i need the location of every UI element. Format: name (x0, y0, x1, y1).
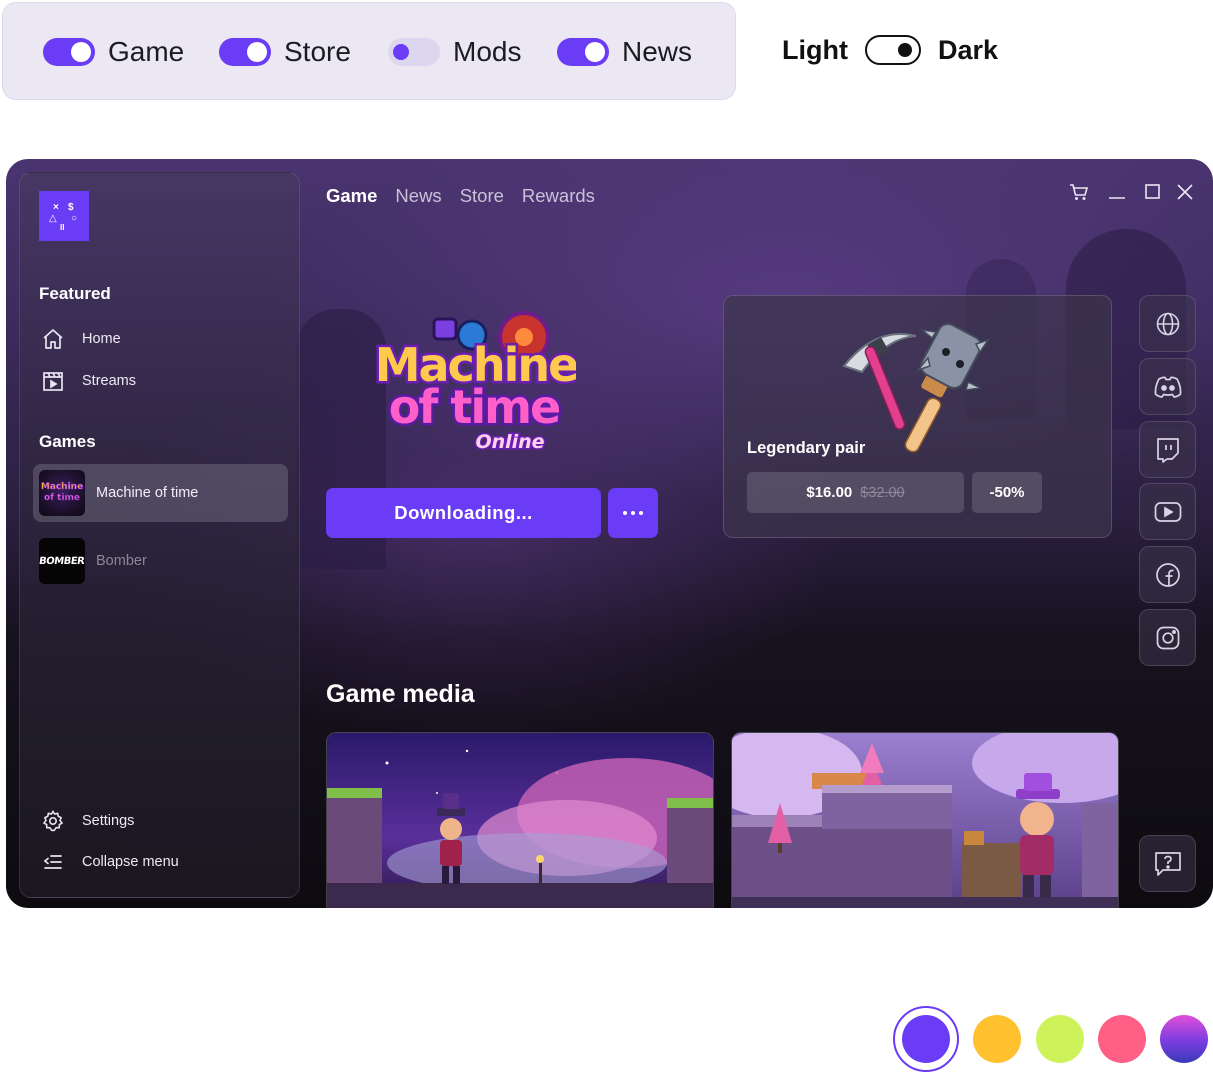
toggle-mods[interactable]: Mods (388, 3, 521, 101)
game-label: Machine of time (96, 485, 199, 501)
color-swatch-purple[interactable] (902, 1015, 950, 1063)
toggle-store[interactable]: Store (219, 3, 351, 101)
youtube-button[interactable] (1139, 483, 1196, 540)
logo-line2: of time (389, 380, 560, 434)
color-swatch-pink[interactable] (1098, 1015, 1146, 1063)
instagram-button[interactable] (1139, 609, 1196, 666)
maximize-icon[interactable] (1142, 181, 1164, 203)
price-button[interactable]: $16.00 $32.00 (747, 472, 964, 513)
top-nav: Game News Store Rewards (326, 183, 613, 209)
globe-button[interactable] (1139, 295, 1196, 352)
logo-glyph: II (60, 223, 65, 232)
theme-dark-label: Dark (937, 34, 999, 65)
logo-glyph: △ (49, 213, 57, 224)
globe-icon (1156, 312, 1179, 335)
twitch-button[interactable] (1139, 421, 1196, 478)
toggle-switch-on[interactable] (43, 38, 95, 66)
feature-toggle-panel: Game Store Mods News (2, 2, 736, 100)
game-thumb-bomber: BOMBER (39, 538, 85, 584)
sidebar-game-bomber[interactable]: BOMBER Bomber (33, 532, 288, 590)
sidebar: × $ △ ○ II Featured Home Streams Games M… (19, 172, 300, 898)
bomber-logo-text: BOMBER (39, 555, 85, 567)
tab-news[interactable]: News (395, 185, 441, 207)
color-swatch-gradient[interactable] (1160, 1015, 1208, 1063)
media-screenshot-2 (732, 733, 1118, 908)
tab-rewards[interactable]: Rewards (522, 185, 595, 207)
game-thumb-machine-of-time: Machine of time (39, 470, 85, 516)
toggle-label: Store (284, 36, 351, 67)
sidebar-item-streams[interactable]: Streams (39, 366, 136, 396)
theme-toggle: Light Dark (782, 26, 998, 74)
collapse-menu-icon (39, 848, 67, 876)
close-icon[interactable] (1174, 181, 1196, 203)
sidebar-item-settings[interactable]: Settings (39, 806, 134, 836)
launcher-window: × $ △ ○ II Featured Home Streams Games M… (6, 159, 1213, 908)
media-thumbnail[interactable] (326, 732, 714, 908)
logo-glyph: × (53, 202, 59, 213)
games-title: Games (39, 432, 96, 451)
cart-icon[interactable] (1068, 181, 1090, 203)
sidebar-item-collapse-menu[interactable]: Collapse menu (39, 847, 179, 877)
toggle-news[interactable]: News (557, 3, 692, 101)
toggle-switch-on[interactable] (557, 38, 609, 66)
facebook-icon (1155, 562, 1180, 587)
sidebar-item-home[interactable]: Home (39, 324, 121, 354)
toggle-switch-off[interactable] (388, 38, 440, 66)
sidebar-item-label: Streams (82, 373, 136, 389)
toggle-label: Game (108, 36, 185, 67)
sidebar-item-label: Home (82, 331, 121, 347)
more-icon (621, 511, 645, 515)
game-title-logo: Machine of time Online (376, 311, 576, 455)
toggle-game[interactable]: Game (43, 3, 184, 101)
media-thumbnail[interactable] (731, 732, 1119, 908)
media-screenshot-1 (327, 733, 713, 908)
sidebar-item-label: Settings (82, 813, 135, 829)
streams-icon (39, 367, 67, 395)
color-swatch-lime[interactable] (1036, 1015, 1084, 1063)
instagram-icon (1156, 626, 1179, 649)
more-options-button[interactable] (608, 488, 658, 538)
svg-text:of time: of time (44, 493, 80, 503)
minimize-icon[interactable] (1106, 181, 1128, 203)
featured-title: Featured (39, 284, 111, 303)
help-button[interactable] (1139, 835, 1196, 892)
tab-store[interactable]: Store (460, 185, 504, 207)
youtube-icon (1154, 501, 1181, 522)
offer-price: $16.00 (806, 484, 853, 501)
logo-glyph: $ (68, 202, 74, 213)
game-media-title: Game media (326, 680, 475, 708)
theme-light-label: Light (782, 34, 848, 65)
store-offer-card[interactable]: Legendary pair $16.00 $32.00 -50% (723, 295, 1112, 538)
logo-glyph: ○ (71, 213, 78, 224)
pickaxe-mace-art (842, 323, 990, 453)
discount-badge: -50% (972, 472, 1042, 513)
gear-icon (39, 807, 67, 835)
sidebar-item-label: Collapse menu (82, 854, 179, 870)
game-label: Bomber (96, 553, 147, 569)
logo-line3: Online (475, 431, 544, 453)
offer-title: Legendary pair (747, 439, 866, 457)
theme-switch[interactable] (864, 35, 921, 65)
download-button[interactable]: Downloading... (326, 488, 601, 538)
twitch-icon (1156, 437, 1179, 463)
toggle-label: News (622, 36, 693, 67)
facebook-button[interactable] (1139, 546, 1196, 603)
help-icon (1154, 851, 1181, 876)
tab-game[interactable]: Game (326, 185, 377, 207)
app-logo[interactable]: × $ △ ○ II (39, 191, 89, 241)
offer-old-price: $32.00 (860, 484, 905, 501)
sidebar-game-machine-of-time[interactable]: Machine of time Machine of time (33, 464, 288, 522)
toggle-label: Mods (453, 36, 522, 67)
home-icon (39, 325, 67, 353)
discord-icon (1154, 376, 1181, 398)
discord-button[interactable] (1139, 358, 1196, 415)
toggle-switch-on[interactable] (219, 38, 271, 66)
color-swatch-yellow[interactable] (973, 1015, 1021, 1063)
svg-text:Machine: Machine (41, 482, 83, 492)
